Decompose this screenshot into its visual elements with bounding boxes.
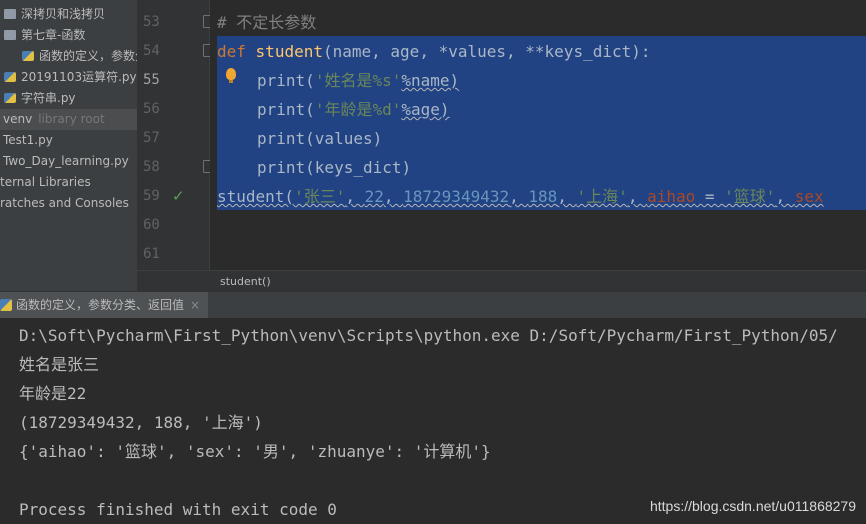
number-literal: 22	[364, 187, 384, 206]
tree-item-label: ratches and Consoles	[0, 196, 129, 210]
tree-item-venv[interactable]: venv library root	[0, 109, 137, 130]
run-tool-window-tabs: 函数的定义，参数分类、返回值 ×	[0, 291, 866, 320]
tree-item-file-strings[interactable]: 字符串.py	[4, 88, 76, 109]
builtin-print: print	[257, 71, 306, 90]
tree-item-label: venv	[3, 112, 33, 126]
line-number: 56	[143, 101, 160, 117]
string-literal: '年龄是%d'	[314, 100, 402, 119]
comma: ,	[345, 187, 365, 206]
tree-item-label: Test1.py	[3, 133, 53, 147]
comma: ,	[775, 187, 795, 206]
line-number: 61	[143, 246, 160, 262]
number-literal: 188	[528, 187, 558, 206]
line-number: 58	[143, 159, 160, 175]
code-editor[interactable]: # 不定长参数 def student(name, age, *values, …	[210, 0, 866, 270]
python-file-icon	[4, 72, 16, 82]
tree-item-scratches[interactable]: ratches and Consoles	[0, 193, 129, 214]
call-fn: student(	[217, 187, 295, 206]
line-number: 60	[143, 217, 160, 233]
watermark-url: https://blog.csdn.net/u011868279	[649, 498, 856, 514]
tree-item-label: 函数的定义，参数分	[39, 49, 137, 63]
console-line: (18729349432, 188, '上海')	[19, 413, 263, 432]
run-console[interactable]: D:\Soft\Pycharm\First_Python\venv\Script…	[0, 318, 866, 524]
tree-item-file-functions[interactable]: 函数的定义，参数分	[22, 46, 137, 67]
function-name: student	[255, 42, 323, 61]
console-line: D:\Soft\Pycharm\First_Python\venv\Script…	[19, 326, 838, 345]
paren: (	[305, 71, 315, 90]
paren: (	[305, 100, 315, 119]
code-line-call: student('张三', 22, 18729349432, 188, '上海'…	[217, 182, 824, 211]
tree-item-file-two-day[interactable]: Two_Day_learning.py	[3, 151, 129, 172]
tree-item-label: 20191103运算符.py	[21, 70, 137, 84]
tree-item-label: 深拷贝和浅拷贝	[21, 7, 106, 21]
code-comment: # 不定长参数	[217, 13, 317, 32]
folder-icon	[4, 30, 16, 40]
folder-icon	[4, 9, 16, 19]
tab-run-config[interactable]: 函数的定义，参数分类、返回值 ×	[0, 292, 209, 319]
console-line: 年龄是22	[19, 384, 87, 403]
line-number: 57	[143, 130, 160, 146]
def-params: (name, age, *values, **keys_dict):	[322, 42, 651, 61]
python-file-icon	[4, 93, 16, 103]
tree-item-label: 字符串.py	[21, 91, 76, 105]
tree-item-label: Two_Day_learning.py	[3, 154, 129, 168]
tree-item-folder-chapter7[interactable]: 第七章-函数	[4, 25, 85, 46]
line-number: 53	[143, 14, 160, 30]
string-literal: '篮球'	[724, 187, 776, 206]
format-expr: %age)	[401, 100, 450, 119]
keyword-arg: aihao	[647, 187, 696, 206]
project-tree: 深拷贝和浅拷贝 第七章-函数 函数的定义，参数分 20191103运算符.py …	[0, 0, 137, 291]
line-number-current: 55	[143, 72, 160, 88]
comma: ,	[383, 187, 404, 206]
line-number: 54	[143, 43, 160, 59]
equals: =	[695, 187, 725, 206]
code-line-print-name: print('姓名是%s'%name)	[257, 66, 459, 95]
tree-item-label: ternal Libraries	[0, 175, 91, 189]
python-file-icon	[22, 51, 34, 61]
tree-item-file-test1[interactable]: Test1.py	[3, 130, 53, 151]
keyword-arg: sex	[794, 187, 824, 206]
comma: ,	[509, 187, 529, 206]
close-icon[interactable]: ×	[190, 298, 200, 312]
string-literal: '姓名是%s'	[314, 71, 402, 90]
number-literal: 18729349432	[403, 187, 510, 206]
code-line-def: def student(name, age, *values, **keys_d…	[217, 37, 651, 66]
lightbulb-icon[interactable]	[226, 68, 236, 83]
tree-item-label: 第七章-函数	[21, 28, 86, 42]
string-literal: '张三'	[294, 187, 346, 206]
library-root-hint: library root	[38, 112, 105, 126]
console-line: 姓名是张三	[19, 355, 100, 374]
console-line: {'aihao': '篮球', 'sex': '男', 'zhuanye': '…	[19, 442, 491, 461]
tree-item-folder-copy[interactable]: 深拷贝和浅拷贝	[4, 4, 105, 25]
comma: ,	[557, 187, 577, 206]
string-literal: '上海'	[576, 187, 628, 206]
python-run-icon	[0, 299, 12, 311]
format-expr: %name)	[401, 71, 460, 90]
run-tab-label: 函数的定义，参数分类、返回值	[16, 298, 185, 312]
builtin-print: print	[257, 100, 306, 119]
keyword-def: def	[217, 42, 246, 61]
line-number: 59	[143, 188, 160, 204]
breadcrumb-item[interactable]: student()	[220, 271, 271, 292]
comma: ,	[627, 187, 648, 206]
code-line-print-values: print(values)	[257, 129, 383, 148]
code-line-print-age: print('年龄是%d'%age)	[257, 95, 450, 124]
breadcrumb: student()	[137, 270, 866, 292]
console-line: Process finished with exit code 0	[19, 500, 337, 519]
tree-item-external-libraries[interactable]: ternal Libraries	[0, 172, 91, 193]
checkmark-icon: ✓	[172, 187, 185, 205]
tree-item-file-operators[interactable]: 20191103运算符.py	[4, 67, 137, 88]
code-line-print-dict: print(keys_dict)	[257, 158, 412, 177]
